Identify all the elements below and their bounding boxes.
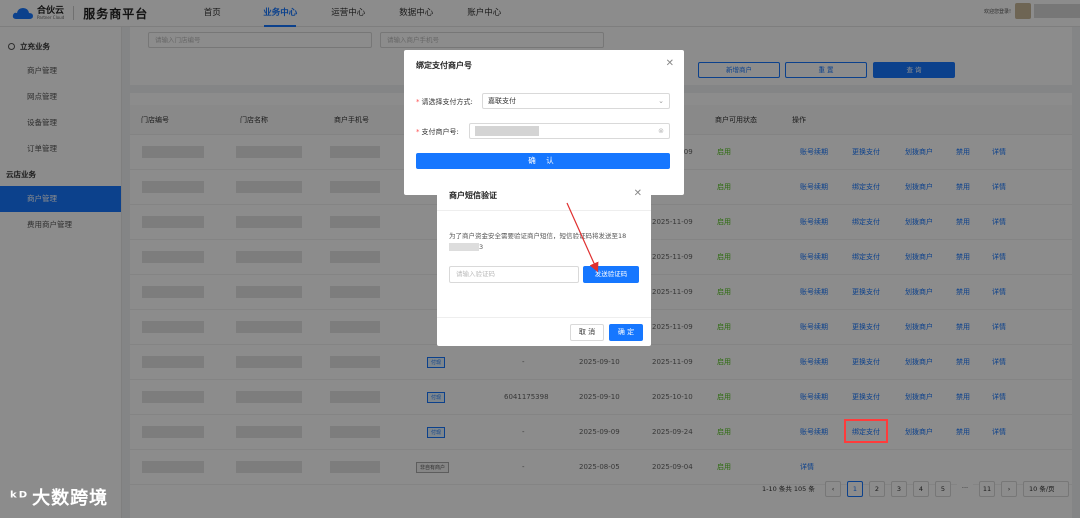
watermark-text: 大数跨境	[32, 488, 109, 509]
watermark: ᵏᴰ 大数跨境	[10, 484, 108, 510]
highlight-box	[844, 419, 888, 443]
watermark-logo-icon: ᵏᴰ	[10, 487, 29, 507]
annotation-arrow	[566, 202, 599, 273]
